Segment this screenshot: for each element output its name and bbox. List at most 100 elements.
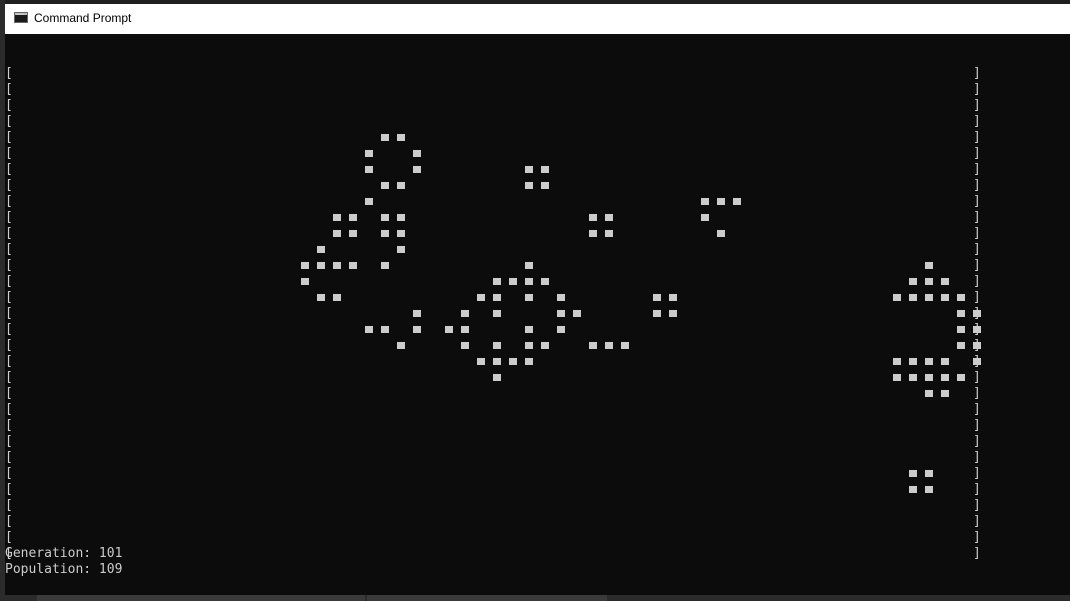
live-cell <box>541 278 549 285</box>
live-cell <box>893 294 901 301</box>
row-close-bracket: ] <box>973 290 981 305</box>
live-cell <box>653 294 661 301</box>
row-close-bracket: ] <box>973 466 981 481</box>
live-cell <box>589 214 597 221</box>
live-cell <box>333 294 341 301</box>
live-cell <box>957 374 965 381</box>
live-cell <box>653 310 661 317</box>
row-open-bracket: [ <box>5 178 13 193</box>
row-open-bracket: [ <box>5 98 13 113</box>
live-cell <box>701 214 709 221</box>
live-cell <box>365 150 373 157</box>
row-close-bracket: ] <box>973 146 981 161</box>
live-cell <box>941 278 949 285</box>
row-open-bracket: [ <box>5 402 13 417</box>
window-title: Command Prompt <box>34 11 132 25</box>
live-cell <box>925 470 933 477</box>
row-open-bracket: [ <box>5 530 13 545</box>
live-cell <box>589 342 597 349</box>
live-cell <box>381 230 389 237</box>
row-open-bracket: [ <box>5 242 13 257</box>
live-cell <box>365 198 373 205</box>
live-cell <box>925 486 933 493</box>
live-cell <box>669 294 677 301</box>
row-open-bracket: [ <box>5 194 13 209</box>
live-cell <box>461 326 469 333</box>
live-cell <box>573 310 581 317</box>
live-cell <box>717 230 725 237</box>
live-cell <box>493 342 501 349</box>
row-open-bracket: [ <box>5 226 13 241</box>
live-cell <box>317 294 325 301</box>
live-cell <box>525 182 533 189</box>
live-cell <box>557 326 565 333</box>
row-close-bracket: ] <box>973 514 981 529</box>
row-close-bracket: ] <box>973 546 981 561</box>
live-cell <box>397 342 405 349</box>
live-cell <box>893 358 901 365</box>
row-open-bracket: [ <box>5 82 13 97</box>
row-close-bracket: ] <box>973 418 981 433</box>
live-cell <box>525 262 533 269</box>
row-open-bracket: [ <box>5 274 13 289</box>
live-cell <box>445 326 453 333</box>
live-cell <box>381 182 389 189</box>
live-cell <box>925 390 933 397</box>
live-cell <box>333 214 341 221</box>
live-cell <box>381 262 389 269</box>
live-cell <box>381 214 389 221</box>
live-cell <box>397 246 405 253</box>
row-close-bracket: ] <box>973 386 981 401</box>
live-cell <box>909 294 917 301</box>
live-cell <box>493 294 501 301</box>
live-cell <box>493 374 501 381</box>
live-cell <box>413 310 421 317</box>
live-cell <box>413 150 421 157</box>
live-cell <box>941 374 949 381</box>
row-open-bracket: [ <box>5 210 13 225</box>
live-cell <box>941 294 949 301</box>
live-cell <box>381 134 389 141</box>
row-close-bracket: ] <box>973 114 981 129</box>
row-open-bracket: [ <box>5 290 13 305</box>
row-close-bracket: ] <box>973 242 981 257</box>
live-cell <box>413 326 421 333</box>
live-cell <box>525 294 533 301</box>
live-cell <box>317 262 325 269</box>
row-open-bracket: [ <box>5 354 13 369</box>
row-open-bracket: [ <box>5 258 13 273</box>
live-cell <box>909 486 917 493</box>
live-cell <box>301 262 309 269</box>
live-cell <box>589 230 597 237</box>
live-cell <box>541 342 549 349</box>
live-cell <box>461 342 469 349</box>
row-close-bracket: ] <box>973 274 981 289</box>
console-area[interactable]: [] [] [] [] [] [] [] [] [] [] [] [] [] [] [] [] [] [] [] []… <box>5 34 1070 595</box>
live-cell <box>957 326 965 333</box>
live-cell <box>957 310 965 317</box>
row-close-bracket: ] <box>973 162 981 177</box>
title-bar[interactable]: Command Prompt <box>5 4 1070 34</box>
live-cell <box>925 294 933 301</box>
row-close-bracket: ] <box>973 226 981 241</box>
live-cell <box>381 326 389 333</box>
live-cell <box>973 326 981 333</box>
row-close-bracket: ] <box>973 130 981 145</box>
live-cell <box>973 310 981 317</box>
live-cell <box>733 198 741 205</box>
live-cell <box>557 310 565 317</box>
live-cell <box>605 230 613 237</box>
row-close-bracket: ] <box>973 370 981 385</box>
live-cell <box>349 230 357 237</box>
row-close-bracket: ] <box>973 258 981 273</box>
row-open-bracket: [ <box>5 306 13 321</box>
live-cell <box>909 358 917 365</box>
live-cell <box>493 310 501 317</box>
live-cell <box>973 342 981 349</box>
row-close-bracket: ] <box>973 498 981 513</box>
row-open-bracket: [ <box>5 434 13 449</box>
live-cell <box>621 342 629 349</box>
row-close-bracket: ] <box>973 98 981 113</box>
live-cell <box>525 166 533 173</box>
live-cell <box>365 166 373 173</box>
